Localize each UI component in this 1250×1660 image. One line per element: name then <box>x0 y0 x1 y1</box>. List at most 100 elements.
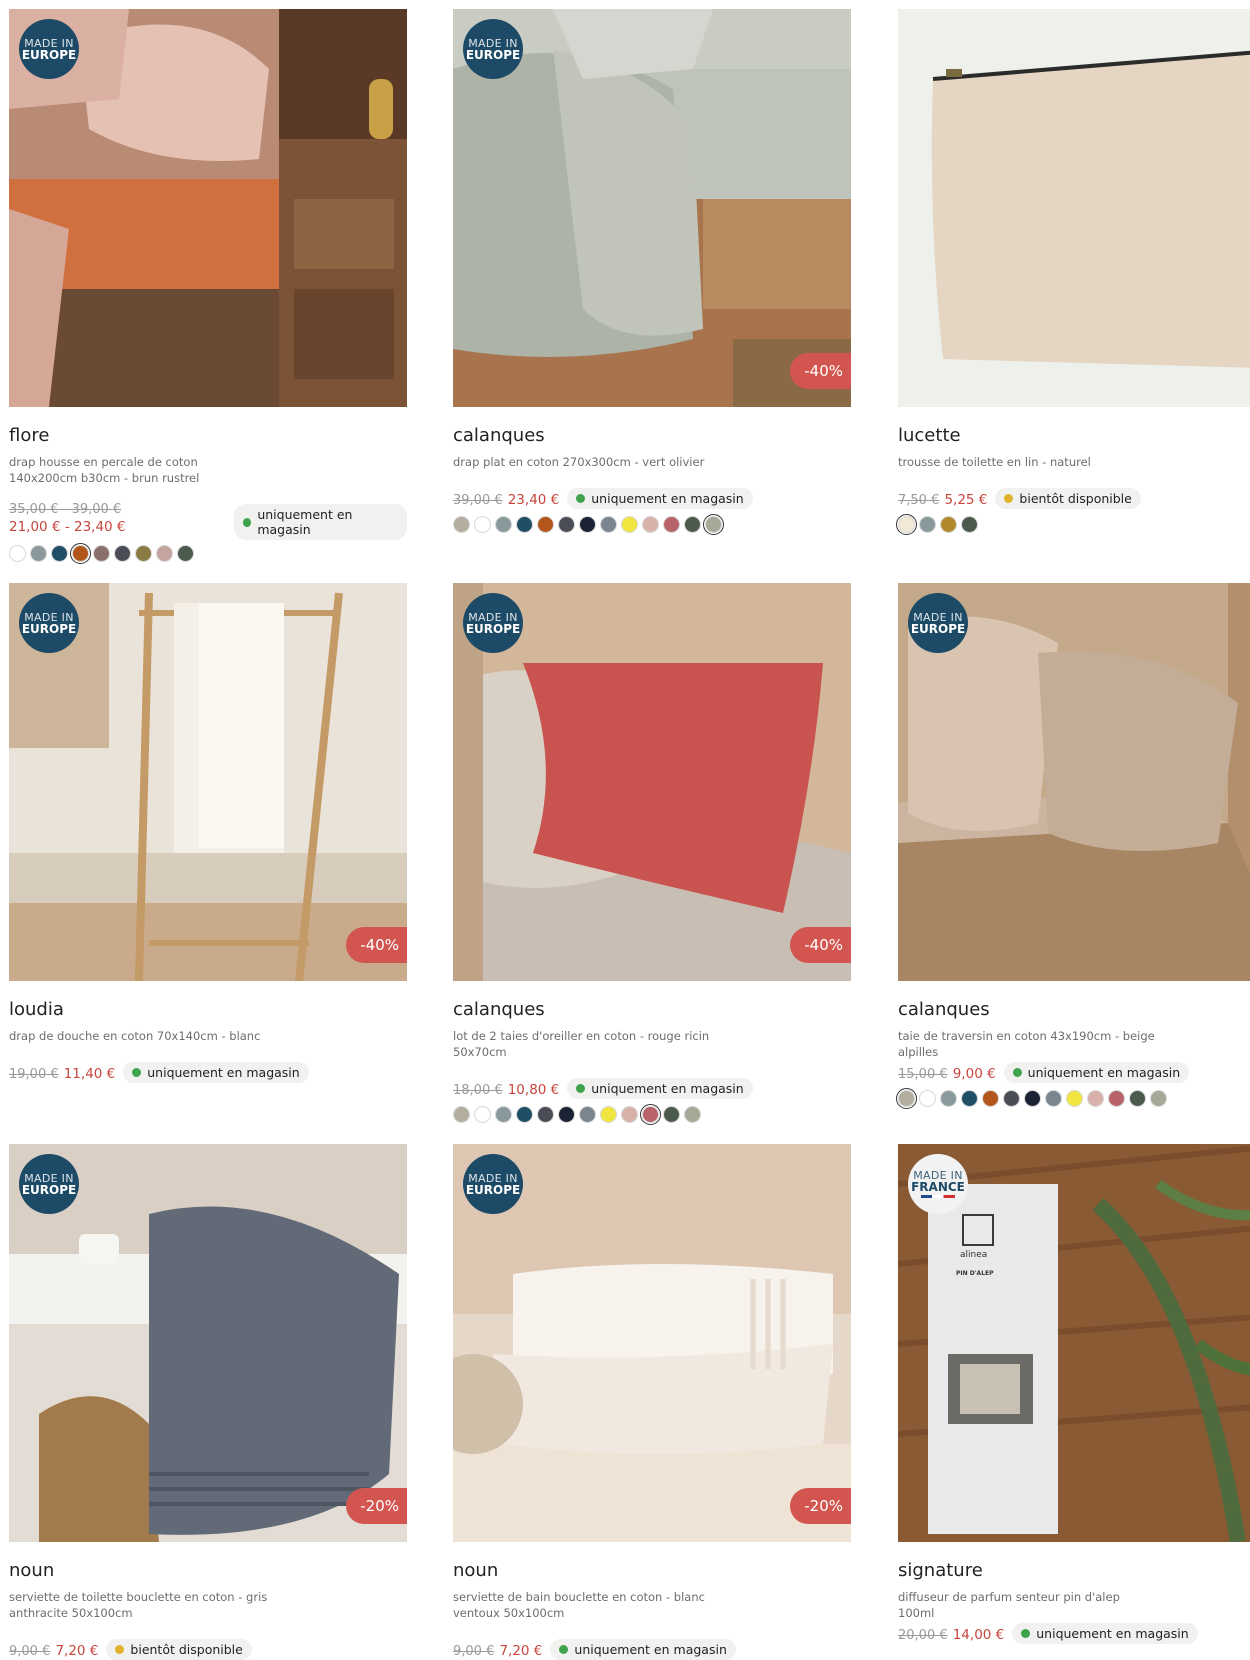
product-image[interactable]: MADE IN EUROPE -40% <box>9 583 407 981</box>
color-swatch[interactable] <box>1150 1090 1167 1107</box>
old-price: 7,50 € <box>898 493 940 508</box>
color-swatch[interactable] <box>703 514 724 535</box>
color-swatch[interactable] <box>961 516 978 533</box>
color-swatch[interactable] <box>51 545 68 562</box>
color-swatch[interactable] <box>579 1106 596 1123</box>
color-swatch[interactable] <box>9 545 26 562</box>
product-image[interactable]: MADE IN EUROPE <box>9 9 407 407</box>
product-name[interactable]: signature <box>898 1560 983 1581</box>
made-in-europe-badge: MADE IN EUROPE <box>463 593 523 653</box>
product-card-calanques-traversin[interactable]: MADE IN EUROPE calanques taie de travers… <box>896 583 1250 1109</box>
color-swatch[interactable] <box>1024 1090 1041 1107</box>
color-swatch[interactable] <box>495 1106 512 1123</box>
availability-badge: uniquement en magasin <box>1003 1062 1190 1083</box>
product-name[interactable]: lucette <box>898 425 961 446</box>
color-swatch[interactable] <box>453 1106 470 1123</box>
product-image[interactable]: MADE IN EUROPE <box>898 583 1250 981</box>
product-card-noun-gris[interactable]: MADE IN EUROPE -20% noun serviette de to… <box>9 1144 407 1660</box>
color-swatch[interactable] <box>663 1106 680 1123</box>
old-price: 35,00 € - 39,00 € <box>9 502 122 517</box>
product-card-calanques-taies[interactable]: MADE IN EUROPE -40% calanques lot de 2 t… <box>453 583 851 1125</box>
old-price: 9,00 € <box>9 1644 51 1659</box>
new-price: 9,00 € <box>952 1066 996 1082</box>
color-swatch[interactable] <box>982 1090 999 1107</box>
color-swatch[interactable] <box>940 1090 957 1107</box>
color-swatch[interactable] <box>621 1106 638 1123</box>
color-swatch[interactable] <box>642 516 659 533</box>
product-card-flore[interactable]: MADE IN EUROPE flore drap housse en perc… <box>9 9 407 564</box>
color-swatch[interactable] <box>135 545 152 562</box>
product-name[interactable]: noun <box>9 1560 54 1581</box>
color-swatch[interactable] <box>1108 1090 1125 1107</box>
color-swatch[interactable] <box>1087 1090 1104 1107</box>
color-swatch[interactable] <box>961 1090 978 1107</box>
color-swatch[interactable] <box>600 1106 617 1123</box>
color-swatch[interactable] <box>558 1106 575 1123</box>
status-dot-icon <box>576 494 586 503</box>
color-swatch[interactable] <box>919 1090 936 1107</box>
product-card-lucette[interactable]: lucette trousse de toilette en lin - nat… <box>896 9 1250 535</box>
new-price: 7,20 € <box>499 1643 543 1659</box>
product-image[interactable]: MADE IN EUROPE -20% <box>453 1144 851 1542</box>
product-image[interactable]: alinea PIN D'ALEP MADE IN FRANCE <box>898 1144 1250 1542</box>
color-swatch[interactable] <box>177 545 194 562</box>
color-swatch[interactable] <box>474 1106 491 1123</box>
made-in-europe-badge: MADE IN EUROPE <box>19 593 79 653</box>
discount-badge: -40% <box>790 927 851 963</box>
old-price: 9,00 € <box>453 1644 495 1659</box>
color-swatch[interactable] <box>114 545 131 562</box>
color-swatch[interactable] <box>663 516 680 533</box>
color-swatch[interactable] <box>453 516 470 533</box>
product-name[interactable]: flore <box>9 425 49 446</box>
product-card-loudia[interactable]: MADE IN EUROPE -40% loudia drap de douch… <box>9 583 407 1083</box>
color-swatch[interactable] <box>919 516 936 533</box>
color-swatch[interactable] <box>896 514 917 535</box>
color-swatch[interactable] <box>93 545 110 562</box>
discount-badge: -20% <box>790 1488 851 1524</box>
color-swatch[interactable] <box>940 516 957 533</box>
color-swatch[interactable] <box>600 516 617 533</box>
color-swatch[interactable] <box>537 1106 554 1123</box>
product-name[interactable]: calanques <box>453 425 545 446</box>
color-swatch[interactable] <box>640 1104 661 1125</box>
old-price: 18,00 € <box>453 1083 503 1098</box>
discount-badge: -20% <box>346 1488 407 1524</box>
color-swatch[interactable] <box>1045 1090 1062 1107</box>
color-swatch[interactable] <box>558 516 575 533</box>
price-row: 19,00 € 11,40 € uniquement en magasin <box>9 1062 309 1083</box>
color-swatch[interactable] <box>516 1106 533 1123</box>
color-swatch[interactable] <box>621 516 638 533</box>
product-name[interactable]: loudia <box>9 999 64 1020</box>
product-card-noun-blanc[interactable]: MADE IN EUROPE -20% noun serviette de ba… <box>453 1144 851 1660</box>
product-card-calanques-drap-plat[interactable]: MADE IN EUROPE -40% calanques drap plat … <box>453 9 851 535</box>
product-name[interactable]: calanques <box>453 999 545 1020</box>
product-name[interactable]: calanques <box>898 999 990 1020</box>
product-image[interactable] <box>898 9 1250 407</box>
status-dot-icon <box>132 1068 142 1077</box>
color-swatch[interactable] <box>30 545 47 562</box>
price-row: 18,00 € 10,80 € uniquement en magasin <box>453 1078 753 1099</box>
product-card-signature[interactable]: alinea PIN D'ALEP MADE IN FRANCE signatu… <box>898 1144 1250 1644</box>
color-swatch[interactable] <box>537 516 554 533</box>
color-swatch[interactable] <box>156 545 173 562</box>
color-swatch[interactable] <box>1066 1090 1083 1107</box>
product-image[interactable]: MADE IN EUROPE -20% <box>9 1144 407 1542</box>
availability-badge: uniquement en magasin <box>567 488 753 509</box>
product-name[interactable]: noun <box>453 1560 498 1581</box>
new-price: 7,20 € <box>55 1643 99 1659</box>
color-swatch[interactable] <box>495 516 512 533</box>
price-block: 35,00 € - 39,00 € 21,00 € - 23,40 € <box>9 502 126 535</box>
product-image[interactable]: MADE IN EUROPE -40% <box>453 9 851 407</box>
color-swatch[interactable] <box>896 1088 917 1109</box>
color-swatch[interactable] <box>70 543 91 564</box>
product-image[interactable]: MADE IN EUROPE -40% <box>453 583 851 981</box>
color-swatch[interactable] <box>684 1106 701 1123</box>
color-swatch[interactable] <box>516 516 533 533</box>
color-swatch[interactable] <box>1129 1090 1146 1107</box>
color-swatch[interactable] <box>474 516 491 533</box>
color-swatch[interactable] <box>579 516 596 533</box>
old-price: 15,00 € <box>898 1067 948 1082</box>
color-swatch[interactable] <box>1003 1090 1020 1107</box>
color-swatch[interactable] <box>684 516 701 533</box>
product-description: drap housse en percale de coton 140x200c… <box>9 455 200 485</box>
